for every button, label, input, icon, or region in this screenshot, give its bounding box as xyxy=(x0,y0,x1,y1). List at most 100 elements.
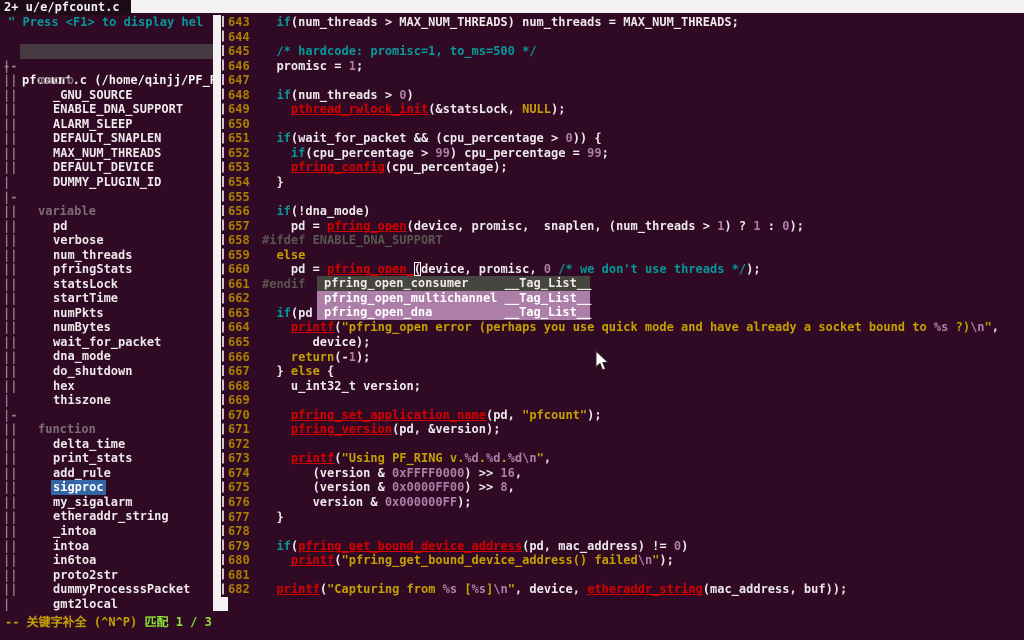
line-number: 680 xyxy=(228,553,250,568)
code-text: pd = pfring_open_(device, promisc, 0 /* … xyxy=(262,262,761,277)
line-number: 670 xyxy=(228,408,250,423)
line-number: 672 xyxy=(228,437,250,452)
code-line[interactable]: 680 printf("pfring_get_bound_device_addr… xyxy=(0,553,1024,568)
code-line[interactable]: 678 xyxy=(0,524,1024,539)
fold-marker: | xyxy=(3,597,10,612)
code-text: device); xyxy=(262,335,370,350)
mouse-cursor-icon xyxy=(595,350,611,372)
line-number: 673 xyxy=(228,451,250,466)
code-line[interactable]: 677 } xyxy=(0,510,1024,525)
code-text: (version & 0x0000FF00) >> 8, xyxy=(262,480,515,495)
code-text: version & 0x000000FF); xyxy=(262,495,472,510)
code-text: pfring_set_application_name(pd, "pfcount… xyxy=(262,408,602,423)
line-number: 661 xyxy=(228,277,250,292)
code-line[interactable]: 649 pthread_rwlock_init(&statsLock, NULL… xyxy=(0,102,1024,117)
code-line[interactable]: 679 if(pfring_get_bound_device_address(p… xyxy=(0,539,1024,554)
code-line[interactable]: 671 pfring_version(pd, &version); xyxy=(0,422,1024,437)
code-text: printf("pfring_get_bound_device_address(… xyxy=(262,553,674,568)
window-vertical-split-end xyxy=(213,597,228,611)
completion-mode-message: -- 关键字补全 (^N^P) xyxy=(5,615,144,629)
code-line[interactable]: 651 if(wait_for_packet && (cpu_percentag… xyxy=(0,131,1024,146)
code-line[interactable]: 647 xyxy=(0,73,1024,88)
line-number: 669 xyxy=(228,393,250,408)
line-number: 655 xyxy=(228,190,250,205)
line-number: 682 xyxy=(228,582,250,597)
taglist-spacer-line: | xyxy=(0,597,1024,612)
code-text: pthread_rwlock_init(&statsLock, NULL); xyxy=(262,102,565,117)
vim-command-line: -- 关键字补全 (^N^P) 匹配 1 / 3 xyxy=(5,614,212,630)
code-line[interactable]: 665 device); xyxy=(0,335,1024,350)
completion-item-pfring_open_dna[interactable]: pfring_open_dna __Tag_List__ xyxy=(317,305,590,320)
code-text: } else { xyxy=(262,364,334,379)
code-text: else xyxy=(262,248,305,263)
code-text: if(num_threads > MAX_NUM_THREADS) num_th… xyxy=(262,15,739,30)
code-text: } xyxy=(262,175,284,190)
line-number: 659 xyxy=(228,248,250,263)
code-line[interactable]: 670 pfring_set_application_name(pd, "pfc… xyxy=(0,408,1024,423)
code-line[interactable]: 657 pd = pfring_open(device, promisc, sn… xyxy=(0,219,1024,234)
code-line[interactable]: 658 #ifdef ENABLE_DNA_SUPPORT xyxy=(0,233,1024,248)
line-number: 678 xyxy=(228,524,250,539)
code-text: printf("Using PF_RING v.%d.%d.%d\n", xyxy=(262,451,551,466)
code-line[interactable]: 659 else xyxy=(0,248,1024,263)
code-line[interactable]: 676 version & 0x000000FF); xyxy=(0,495,1024,510)
vim-tabline: 2+ u/e/pfcount.c xyxy=(0,0,1024,15)
code-line[interactable]: 653 pfring_config(cpu_percentage); xyxy=(0,160,1024,175)
code-text: printf("Capturing from %s [%s]\n", devic… xyxy=(262,582,847,597)
code-text: printf("pfring_open error (perhaps you u… xyxy=(262,320,999,335)
code-line[interactable]: 660 pd = pfring_open_(device, promisc, 0… xyxy=(0,262,1024,277)
code-line[interactable]: 645 /* hardcode: promisc=1, to_ms=500 */ xyxy=(0,44,1024,59)
terminal-vim-window: 2+ u/e/pfcount.c " Press <F1> to display… xyxy=(0,0,1024,640)
code-line[interactable]: 669 xyxy=(0,393,1024,408)
line-number: 676 xyxy=(228,495,250,510)
completion-item-pfring_open_multichannel[interactable]: pfring_open_multichannel __Tag_List__ xyxy=(317,291,590,306)
line-number: 648 xyxy=(228,88,250,103)
line-number: 651 xyxy=(228,131,250,146)
line-number: 665 xyxy=(228,335,250,350)
code-line[interactable]: 667 } else { xyxy=(0,364,1024,379)
line-number: 657 xyxy=(228,219,250,234)
line-number: 658 xyxy=(228,233,250,248)
code-line[interactable]: 682 printf("Capturing from %s [%s]\n", d… xyxy=(0,582,1024,597)
line-number: 668 xyxy=(228,379,250,394)
code-line[interactable]: 666 return(-1); xyxy=(0,350,1024,365)
code-line[interactable]: 644 xyxy=(0,30,1024,45)
code-text: if(num_threads > 0) xyxy=(262,88,414,103)
line-number: 650 xyxy=(228,117,250,132)
completion-item-pfring_open_consumer[interactable]: pfring_open_consumer __Tag_List__ xyxy=(317,276,590,291)
code-text: (version & 0xFFFF0000) >> 16, xyxy=(262,466,522,481)
code-line[interactable]: 654 } xyxy=(0,175,1024,190)
code-line[interactable]: 668 u_int32_t version; xyxy=(0,379,1024,394)
tab-current[interactable]: 2+ u/e/pfcount.c xyxy=(0,0,131,15)
line-number: 663 xyxy=(228,306,250,321)
code-text: return(-1); xyxy=(262,350,370,365)
line-number: 666 xyxy=(228,350,250,365)
line-number: 654 xyxy=(228,175,250,190)
code-line[interactable]: 652 if(cpu_percentage > 99) cpu_percenta… xyxy=(0,146,1024,161)
code-line[interactable]: 681 xyxy=(0,568,1024,583)
code-line[interactable]: 656 if(!dna_mode) xyxy=(0,204,1024,219)
code-line[interactable]: 646 promisc = 1; xyxy=(0,59,1024,74)
code-text: #endif xyxy=(262,277,305,292)
code-line[interactable]: 648 if(num_threads > 0) xyxy=(0,88,1024,103)
code-text: /* hardcode: promisc=1, to_ms=500 */ xyxy=(262,44,537,59)
code-text: promisc = 1; xyxy=(262,59,363,74)
text-cursor: ( xyxy=(414,262,421,276)
code-line[interactable]: 655 xyxy=(0,190,1024,205)
code-line[interactable]: 650 xyxy=(0,117,1024,132)
code-text: if(cpu_percentage > 99) cpu_percentage =… xyxy=(262,146,609,161)
code-line[interactable]: 673 printf("Using PF_RING v.%d.%d.%d\n", xyxy=(0,451,1024,466)
code-text: pfring_version(pd, &version); xyxy=(262,422,500,437)
line-number: 679 xyxy=(228,539,250,554)
code-line[interactable]: 672 xyxy=(0,437,1024,452)
code-line[interactable]: 664 printf("pfring_open error (perhaps y… xyxy=(0,320,1024,335)
line-number: 653 xyxy=(228,160,250,175)
line-number: 649 xyxy=(228,102,250,117)
code-line[interactable]: 674 (version & 0xFFFF0000) >> 16, xyxy=(0,466,1024,481)
tab-label: 2+ u/e/pfcount.c xyxy=(4,0,120,15)
code-text: #ifdef ENABLE_DNA_SUPPORT xyxy=(262,233,443,248)
code-line[interactable]: 675 (version & 0x0000FF00) >> 8, xyxy=(0,480,1024,495)
code-line[interactable]: 643 if(num_threads > MAX_NUM_THREADS) nu… xyxy=(0,15,1024,30)
line-number: 652 xyxy=(228,146,250,161)
line-number: 662 xyxy=(228,291,250,306)
